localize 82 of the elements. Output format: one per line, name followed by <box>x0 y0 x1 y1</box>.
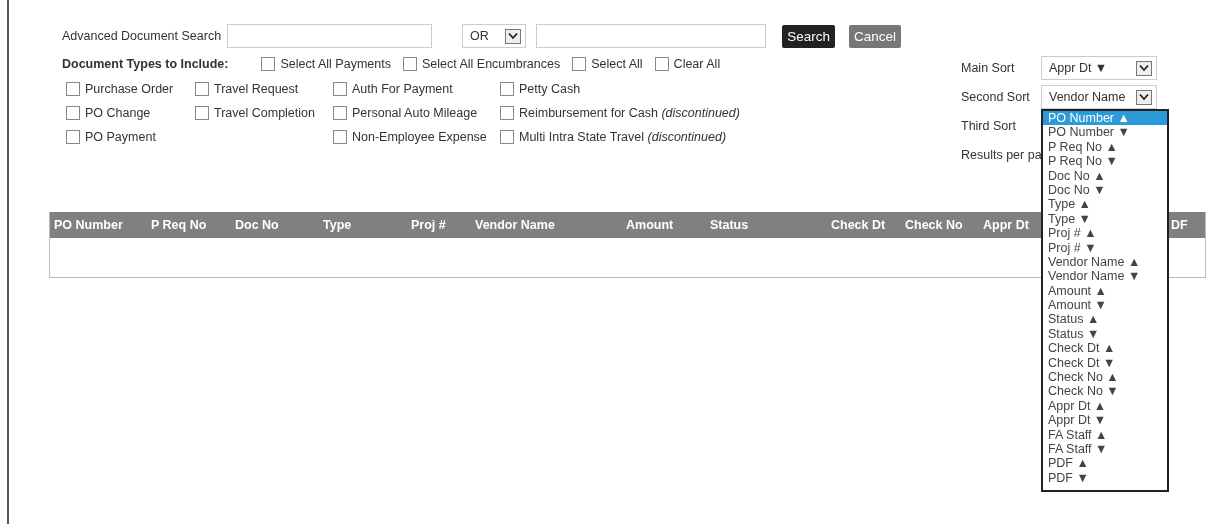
section-label: Document Types to Include: <box>62 57 229 71</box>
sort-label: Second Sort <box>961 90 1031 104</box>
dropdown-option[interactable]: Doc No ▼ <box>1043 182 1167 198</box>
checkbox[interactable] <box>572 57 587 71</box>
column-header[interactable]: Check Dt <box>831 218 905 232</box>
dropdown-option[interactable]: FA Staff ▼ <box>1043 442 1167 457</box>
dropdown-option[interactable]: PDF ▼ <box>1043 470 1167 486</box>
dropdown-option[interactable]: P Req No ▼ <box>1043 154 1167 169</box>
column-header[interactable]: Status <box>710 218 831 232</box>
sort-label: Third Sort <box>961 119 1017 133</box>
dropdown-option[interactable]: Amount ▼ <box>1043 298 1167 313</box>
dropdown-option[interactable]: Proj # ▲ <box>1043 226 1167 241</box>
checkbox-label[interactable]: Travel Completion <box>214 106 315 120</box>
checkbox-label[interactable]: Purchase Order <box>85 82 174 96</box>
checkbox[interactable] <box>500 82 514 96</box>
dropdown-option[interactable]: P Req No ▲ <box>1043 139 1167 155</box>
checkbox-label[interactable]: Select All Payments <box>280 57 391 71</box>
checkbox[interactable] <box>195 106 209 120</box>
dropdown-caret-icon[interactable] <box>504 28 521 44</box>
checkbox[interactable] <box>654 57 669 71</box>
search-label: Advanced Document Search <box>62 29 222 43</box>
dropdown-option[interactable]: PDF ▲ <box>1043 456 1167 471</box>
column-header[interactable]: Doc No <box>235 218 323 232</box>
dropdown-option[interactable]: Type ▼ <box>1043 211 1167 227</box>
checkbox[interactable] <box>500 106 514 120</box>
checkbox-label[interactable]: Clear All <box>673 57 721 71</box>
column-header[interactable]: DF <box>1171 218 1188 232</box>
dropdown-option[interactable]: Check Dt ▲ <box>1043 341 1167 356</box>
checkbox[interactable] <box>333 106 347 120</box>
checkbox[interactable] <box>333 130 347 144</box>
dropdown-option[interactable]: Proj # ▼ <box>1043 240 1167 255</box>
dropdown-option[interactable]: Vendor Name ▲ <box>1043 254 1167 270</box>
checkbox-label[interactable]: Personal Auto Mileage <box>352 106 478 120</box>
checkbox-label[interactable]: Petty Cash <box>519 82 581 96</box>
column-header[interactable]: Type <box>323 218 411 232</box>
column-header[interactable]: PO Number <box>54 218 151 232</box>
column-header[interactable]: P Req No <box>151 218 235 232</box>
dropdown-option[interactable]: Status ▼ <box>1043 326 1167 342</box>
sort-label: Main Sort <box>961 61 1016 75</box>
checkbox-label[interactable]: PO Payment <box>85 130 156 144</box>
checkbox-label[interactable]: PO Change <box>85 106 151 120</box>
checkbox[interactable] <box>66 106 80 120</box>
checkbox-label[interactable]: Select All Encumbrances <box>421 57 561 71</box>
dropdown-option[interactable]: Type ▲ <box>1043 197 1167 212</box>
checkbox[interactable] <box>402 57 417 71</box>
checkbox-label[interactable]: Non-Employee Expense <box>352 130 487 144</box>
checkbox-label[interactable]: Reimbursement for Cash (discontinued) <box>519 106 740 120</box>
checkbox-label[interactable]: Auth For Payment <box>352 82 453 96</box>
checkbox-label[interactable]: Select All <box>591 57 643 71</box>
checkbox[interactable] <box>66 130 80 144</box>
dropdown-option[interactable]: Vendor Name ▼ <box>1043 269 1167 284</box>
checkbox[interactable] <box>261 57 276 71</box>
dropdown-caret-icon[interactable] <box>1136 89 1152 105</box>
checkbox-label[interactable]: Travel Request <box>214 82 299 96</box>
dropdown-option[interactable]: Appr Dt ▼ <box>1043 413 1167 428</box>
dropdown-option[interactable]: FA Staff ▲ <box>1043 427 1167 442</box>
dropdown-option[interactable]: PO Number ▼ <box>1043 125 1167 140</box>
sort-select[interactable]: Appr Dt ▼ <box>1041 56 1157 80</box>
checkbox[interactable] <box>66 82 80 96</box>
checkbox[interactable] <box>195 82 209 96</box>
dropdown-option[interactable]: Check Dt ▼ <box>1043 355 1167 371</box>
checkbox[interactable] <box>333 82 347 96</box>
column-header[interactable]: Amount <box>626 218 710 232</box>
search-field[interactable] <box>227 24 433 48</box>
column-header[interactable]: Proj # <box>411 218 475 232</box>
sort-label: Results per pa <box>961 148 1041 162</box>
search-field[interactable] <box>535 24 767 48</box>
dropdown-caret-icon[interactable] <box>1136 60 1152 76</box>
checkbox[interactable] <box>500 130 514 144</box>
dropdown-option[interactable]: Check No ▲ <box>1043 370 1167 385</box>
search-button[interactable]: Search <box>782 24 835 48</box>
dropdown-option[interactable]: Status ▲ <box>1043 312 1167 327</box>
dropdown-option[interactable]: Appr Dt ▲ <box>1043 398 1167 414</box>
dropdown-option[interactable]: Amount ▲ <box>1043 283 1167 299</box>
operator-select[interactable]: OR <box>462 24 526 48</box>
dropdown-option[interactable]: Doc No ▲ <box>1043 168 1167 183</box>
sort-select[interactable]: Vendor Name <box>1041 85 1157 109</box>
column-header[interactable]: Check No <box>905 218 983 232</box>
column-header[interactable]: Vendor Name <box>475 218 626 232</box>
cancel-button[interactable]: Cancel <box>848 24 901 48</box>
checkbox-label[interactable]: Multi Intra State Travel (discontinued) <box>519 130 727 144</box>
dropdown-option[interactable]: Check No ▼ <box>1043 384 1167 399</box>
